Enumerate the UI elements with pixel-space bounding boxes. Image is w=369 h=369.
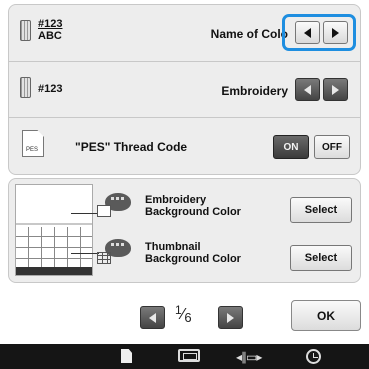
hoop-icon[interactable] [178, 349, 200, 362]
right-arrow-icon [332, 27, 339, 38]
thread-spool-icon [20, 77, 31, 98]
thread-display-next-button[interactable] [323, 21, 348, 44]
embroidery-frame-icon [97, 205, 111, 217]
preview-base [16, 267, 92, 275]
embroidery-background-line2: Background Color [145, 206, 241, 218]
thread-display-arrows [295, 21, 348, 44]
thumbnail-background-label: Thumbnail Background Color [145, 241, 241, 265]
thread-number-label: #123 [38, 83, 63, 95]
pes-thread-code-label: "PES" Thread Code [75, 140, 188, 154]
presser-foot-icon[interactable]: ◂∥▭▸ [236, 350, 262, 364]
thread-display-value: Name of Colo [210, 27, 288, 41]
left-arrow-icon [149, 312, 156, 323]
thumbnail-background-line2: Background Color [145, 253, 241, 265]
thread-number-next-button[interactable] [323, 78, 348, 101]
pes-file-icon-text: PES [26, 147, 39, 153]
thread-code-abc: ABC [38, 30, 62, 42]
page-prev-button[interactable] [140, 306, 165, 329]
left-arrow-icon [304, 84, 311, 95]
clock-icon[interactable] [306, 349, 321, 364]
background-color-panel: Embroidery Background Color Select Thumb… [8, 178, 361, 283]
thread-display-prev-button[interactable] [295, 21, 320, 44]
thread-spool-icon [20, 20, 31, 41]
total-pages: 6 [184, 310, 192, 325]
thread-number-row: #123 Embroidery [9, 61, 360, 117]
ok-button[interactable]: OK [291, 300, 361, 331]
settings-panel: #123 ABC Name of Colo #123 Embroidery PE… [8, 4, 361, 175]
right-arrow-icon [227, 312, 234, 323]
embroidery-pointer-line [71, 213, 99, 214]
thread-number-prev-button[interactable] [295, 78, 320, 101]
pes-off-button[interactable]: OFF [314, 135, 350, 159]
thread-number-arrows [295, 78, 348, 101]
right-arrow-icon [332, 84, 339, 95]
preview-divider [16, 223, 92, 225]
left-arrow-icon [304, 27, 311, 38]
thread-number-value: Embroidery [221, 84, 288, 98]
embroidery-background-label: Embroidery Background Color [145, 194, 241, 218]
pes-thread-code-row: PES "PES" Thread Code ON OFF [9, 117, 360, 174]
thumbnail-grid-preview [16, 227, 92, 269]
thumbnail-grid-icon [97, 252, 111, 264]
embroidery-background-line1: Embroidery [145, 194, 207, 206]
pes-on-button[interactable]: ON [273, 135, 309, 159]
thread-display-row: #123 ABC Name of Colo [9, 5, 360, 61]
embroidery-background-select-button[interactable]: Select [290, 197, 352, 223]
thread-code-number: #123 [38, 18, 63, 30]
current-page: 1 [175, 303, 182, 317]
background-preview [15, 184, 93, 276]
page-next-button[interactable] [218, 306, 243, 329]
bottom-toolbar: ◂∥▭▸ [0, 344, 369, 369]
document-icon[interactable] [121, 349, 132, 363]
page-indicator: 1⁄6 [175, 303, 192, 325]
thumbnail-background-select-button[interactable]: Select [290, 245, 352, 271]
pes-thread-code-toggle: ON OFF [273, 135, 350, 159]
thumbnail-background-line1: Thumbnail [145, 241, 201, 253]
thumbnail-pointer-line [71, 253, 99, 254]
thread-code-label: #123 ABC [38, 19, 62, 42]
